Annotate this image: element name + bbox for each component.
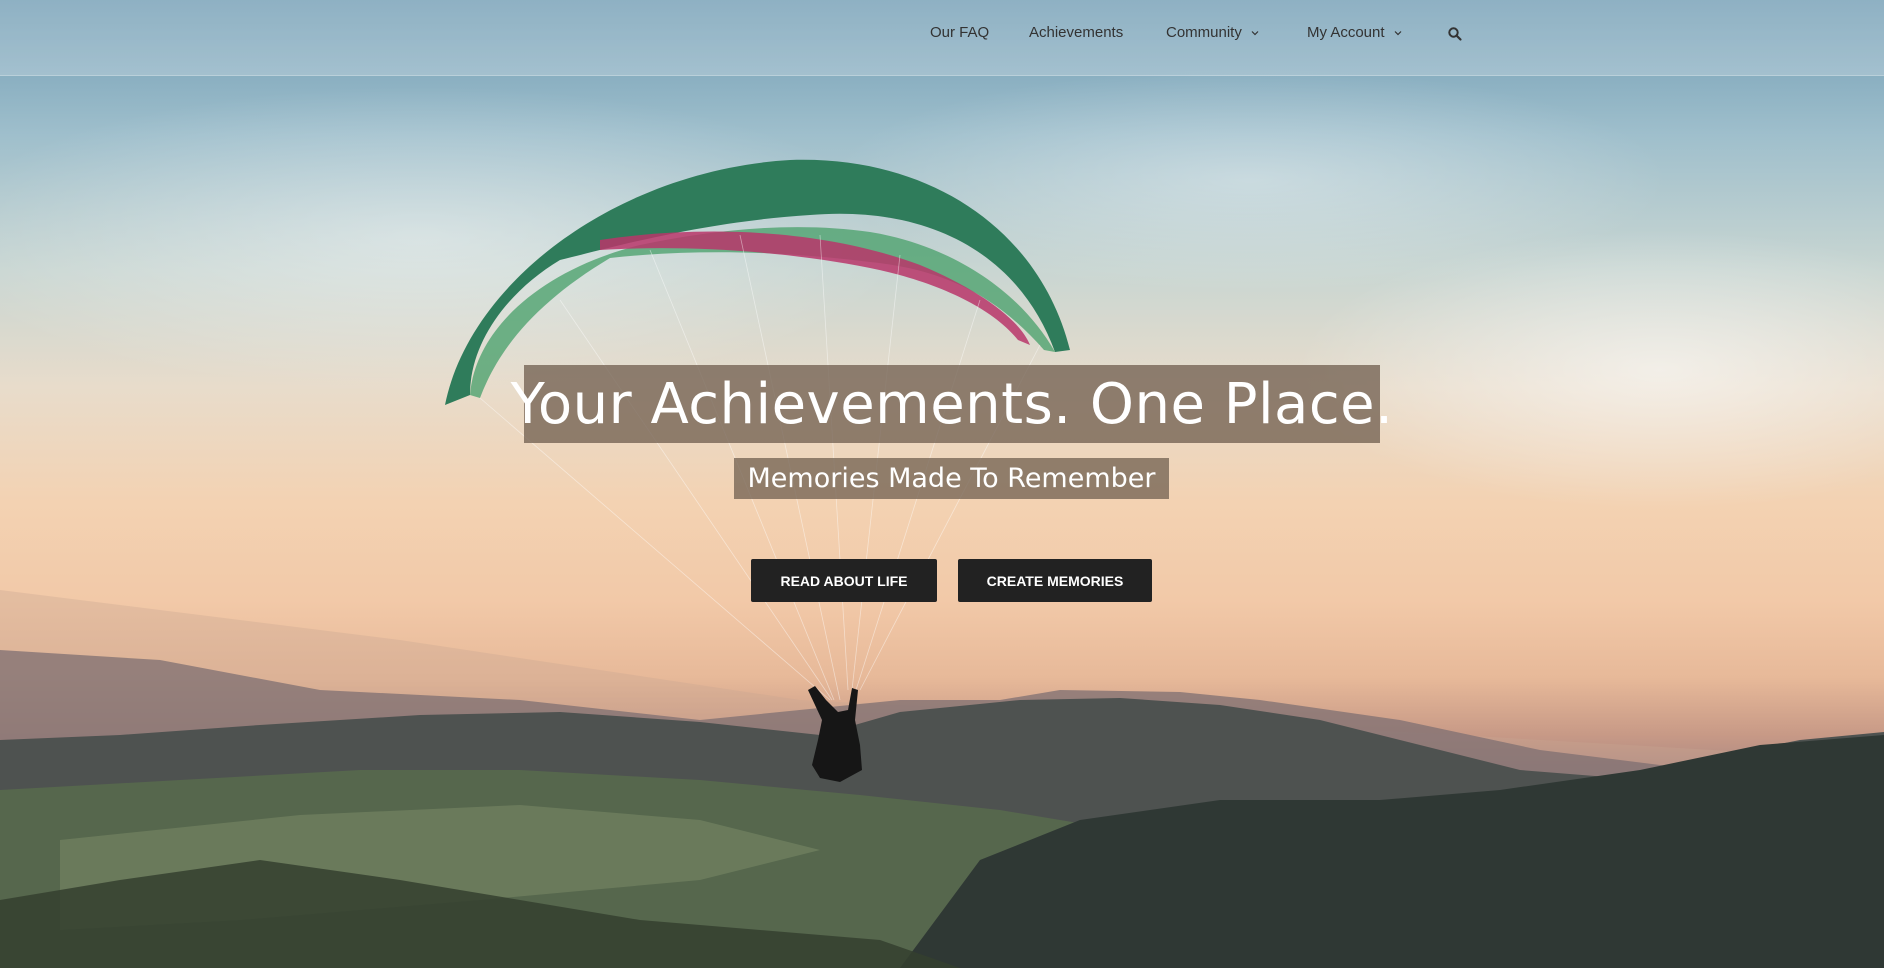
chevron-down-icon <box>1394 30 1401 35</box>
nav-item-label: Our FAQ <box>930 24 990 41</box>
hero-subtitle-box: Memories Made To Remember <box>734 458 1169 499</box>
create-memories-button[interactable]: CREATE MEMORIES <box>958 559 1152 602</box>
nav-item-label: Achievements <box>1029 24 1124 41</box>
hero-title: Your Achievements. One Place. <box>510 371 1394 437</box>
hero-title-box: Your Achievements. One Place. <box>511 365 1393 443</box>
nav-item-label: Community <box>1166 24 1242 41</box>
chevron-down-icon <box>1251 30 1259 35</box>
top-navbar: Our FAQ Achievements Community My Accoun… <box>0 0 1884 76</box>
search-icon[interactable] <box>1447 26 1463 42</box>
nav-item-community[interactable]: Community <box>1166 24 1260 41</box>
hero-subtitle: Memories Made To Remember <box>747 463 1156 494</box>
read-about-life-button[interactable]: READ ABOUT LIFE <box>751 559 937 602</box>
nav-item-my-account[interactable]: My Account <box>1307 24 1403 41</box>
nav-item-faq[interactable]: Our FAQ <box>930 24 989 41</box>
nav-item-label: My Account <box>1307 24 1385 41</box>
nav-item-achievements[interactable]: Achievements <box>1029 24 1123 41</box>
